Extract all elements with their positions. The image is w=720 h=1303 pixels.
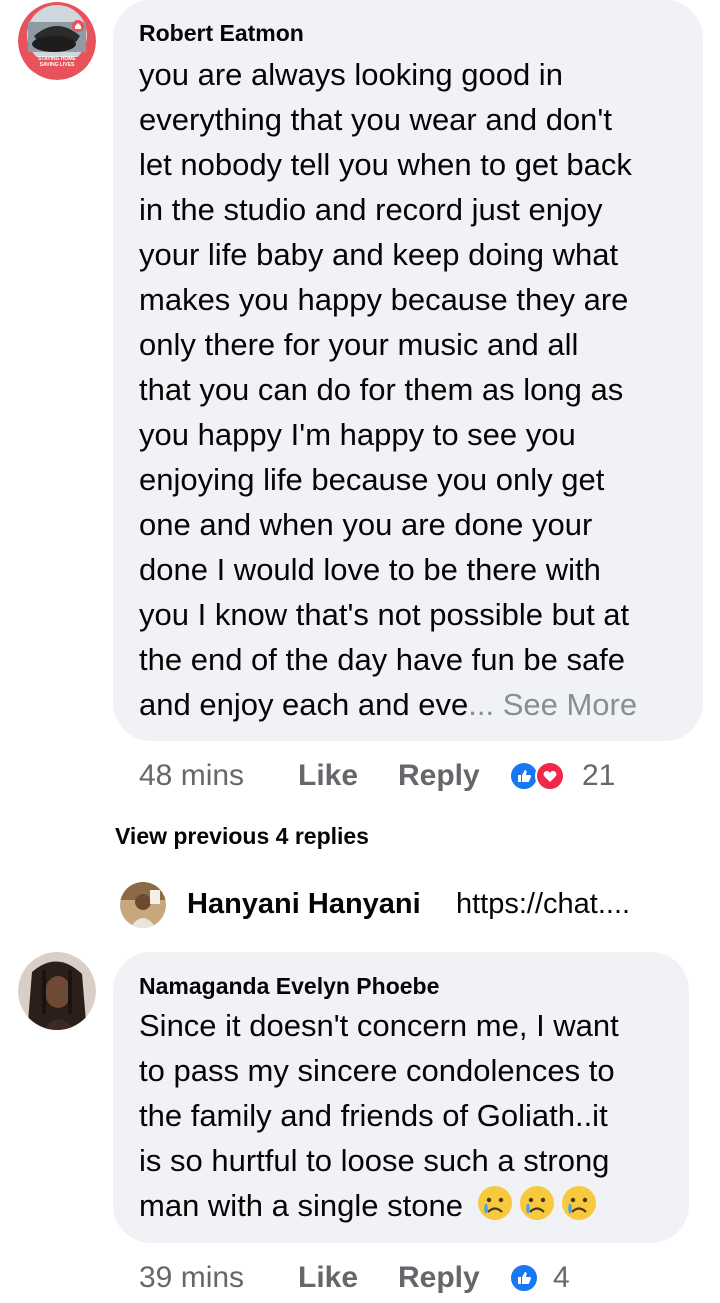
namaganda-avatar[interactable] — [18, 952, 96, 1030]
crying-face-emoji-icon — [560, 1184, 598, 1234]
reaction-count[interactable]: 21 — [582, 756, 615, 796]
like-reaction-icon[interactable] — [509, 1263, 539, 1293]
comment-line: everything that you wear and don't — [139, 102, 612, 137]
comment-line-text: and enjoy each and eve — [139, 687, 469, 722]
hanyani-avatar[interactable] — [120, 882, 166, 928]
truncation-ellipsis: ... — [468, 687, 495, 722]
comment-line: in the studio and record just enjoy — [139, 192, 603, 227]
comment-line: one and when you are done your — [139, 507, 593, 542]
profile-photo-icon — [18, 952, 96, 1030]
staying-home-frame-icon — [18, 2, 96, 80]
crying-face-emoji-icon — [518, 1184, 556, 1234]
reply-author[interactable]: Hanyani Hanyani — [187, 888, 421, 921]
comment-line-text: man with a single stone — [139, 1188, 463, 1223]
comment-text: you are always looking good in everythin… — [139, 52, 637, 727]
comment-line: that you can do for them as long as — [139, 372, 624, 407]
comment-author[interactable]: Namaganda Evelyn Phoebe — [139, 973, 439, 1000]
comment-line: to pass my sincere condolences to — [139, 1053, 615, 1088]
reply-button[interactable]: Reply — [398, 1258, 480, 1298]
comment-line: the end of the day have fun be safe — [139, 642, 626, 677]
crying-face-emoji-icon — [476, 1184, 514, 1234]
comment-line: done I would love to be there with — [139, 552, 601, 587]
reply-snippet-text: https://chat.... — [456, 888, 631, 920]
reply-button[interactable]: Reply — [398, 756, 480, 796]
comment-line-last: man with a single stone — [139, 1183, 619, 1234]
comment-author[interactable]: Robert Eatmon — [139, 20, 304, 47]
reply-preview[interactable]: Hanyani Hanyani https://chat.... — [120, 880, 700, 930]
robert-eatmon-avatar[interactable]: STAYING HOME SAVING LIVES — [18, 2, 96, 80]
comment-line: the family and friends of Goliath..it — [139, 1098, 608, 1133]
like-button[interactable]: Like — [298, 756, 358, 796]
avatar-badge-text: STAYING HOME SAVING LIVES — [38, 56, 76, 68]
comment-line: is so hurtful to loose such a strong — [139, 1143, 610, 1178]
like-button[interactable]: Like — [298, 1258, 358, 1298]
comment-line: Since it doesn't concern me, I want — [139, 1008, 619, 1043]
comment-text: Since it doesn't concern me, I want to p… — [139, 1003, 619, 1234]
user-avatar-icon — [120, 882, 166, 928]
comment-line: only there for your music and all — [139, 327, 579, 362]
comment-line-last: and enjoy each and eve... See More — [139, 682, 637, 727]
comment-line: let nobody tell you when to get back — [139, 147, 632, 182]
comment-actions: 39 mins Like Reply 4 — [139, 1258, 659, 1298]
view-previous-replies-link[interactable]: View previous 4 replies — [115, 823, 369, 850]
comment-line: enjoying life because you only get — [139, 462, 605, 497]
comment-line: your life baby and keep doing what — [139, 237, 619, 272]
reaction-count[interactable]: 4 — [553, 1258, 570, 1298]
comment-timestamp[interactable]: 48 mins — [139, 756, 244, 796]
comment-line: you happy I'm happy to see you — [139, 417, 576, 452]
comment-line: makes you happy because they are — [139, 282, 629, 317]
see-more-link[interactable]: See More — [503, 687, 637, 722]
comment-actions: 48 mins Like Reply 21 — [139, 756, 659, 796]
reply-snippet: https://chat.... — [456, 888, 630, 921]
love-reaction-icon[interactable] — [535, 761, 565, 791]
comment-line: you I know that's not possible but at — [139, 597, 630, 632]
comment-line: you are always looking good in — [139, 57, 563, 92]
comment-timestamp[interactable]: 39 mins — [139, 1258, 244, 1298]
comment-thread: STAYING HOME SAVING LIVES Robert Eatmon … — [0, 0, 720, 1303]
